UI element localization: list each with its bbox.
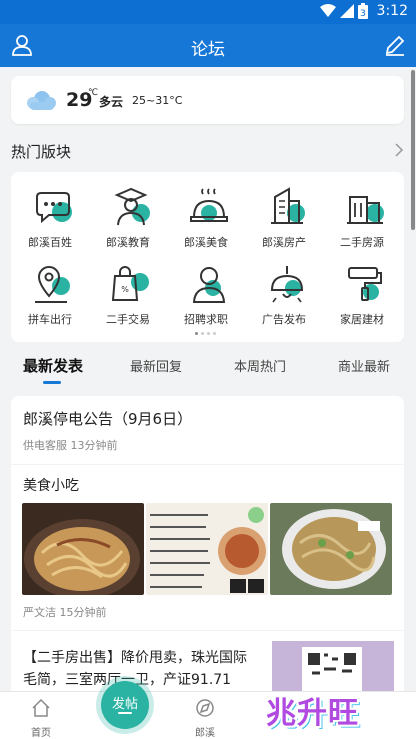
home-icon — [32, 698, 50, 717]
lamp-icon — [270, 266, 304, 303]
post-time: 13分钟前 — [70, 439, 118, 452]
weather-card[interactable]: 29 ℃ 多云 25~31°C — [11, 76, 404, 124]
chat-bubble-icon — [36, 192, 72, 224]
page-indicator — [195, 332, 216, 335]
list-item[interactable]: 郎溪停电公告（9月6日） 供电客服 13分钟前 — [11, 396, 404, 464]
board-item-carpool[interactable]: 拼车出行 — [11, 264, 89, 334]
board-item-langxi-property[interactable]: 郎溪房产 — [245, 187, 323, 257]
post-button-bar — [118, 712, 132, 714]
tab-weekly-hot[interactable]: 本周热门 — [234, 356, 286, 375]
tab-latest-replies[interactable]: 最新回复 — [130, 356, 182, 375]
post-meta: 严文洁 15分钟前 — [23, 604, 107, 620]
post-title: 美食小吃 — [23, 478, 79, 494]
post-image[interactable] — [272, 641, 394, 691]
board-label: 郎溪百姓 — [28, 236, 72, 249]
scrollbar[interactable] — [411, 70, 415, 230]
post-button-label: 发帖 — [111, 697, 138, 712]
board-item-langxi-baixing[interactable]: 郎溪百姓 — [11, 187, 89, 257]
clock: 3:12 — [376, 3, 408, 19]
tab-business-latest[interactable]: 商业最新 — [338, 356, 390, 375]
post-button[interactable]: 发帖 — [101, 681, 149, 729]
battery-icon: 3 — [358, 3, 368, 19]
tab-latest-posts[interactable]: 最新发表 — [23, 355, 83, 376]
weather-condition: 多云 — [99, 95, 124, 109]
board-item-advertising[interactable]: 广告发布 — [245, 264, 323, 334]
page-title: 论坛 — [191, 40, 225, 60]
board-label: 拼车出行 — [28, 313, 72, 326]
feed-tabs: 最新发表 最新回复 本周热门 商业最新 — [0, 346, 416, 390]
cloudy-icon — [27, 91, 56, 110]
post-title: 郎溪停电公告（9月6日） — [23, 410, 193, 428]
board-label: 郎溪房产 — [262, 236, 306, 249]
status-bar: 3 3:12 — [0, 0, 416, 24]
post-image[interactable] — [22, 503, 144, 595]
board-item-langxi-education[interactable]: 郎溪教育 — [89, 187, 167, 257]
app-bar: 论坛 — [0, 24, 416, 67]
nav-label: 首页 — [31, 728, 51, 739]
shopping-bag-icon: % — [111, 266, 149, 301]
svg-text:%: % — [121, 285, 129, 294]
temperature-unit: ℃ — [88, 88, 99, 98]
post-image[interactable] — [270, 503, 392, 595]
graduate-icon — [114, 187, 150, 226]
nav-langxi[interactable]: 郎溪 — [175, 698, 235, 739]
tab-indicator — [43, 381, 61, 384]
post-time: 15分钟前 — [59, 606, 107, 619]
temperature-range: 25~31°C — [132, 94, 183, 107]
board-item-home-building-materials[interactable]: 家居建材 — [323, 264, 401, 334]
paint-roller-icon — [348, 267, 382, 301]
signal-icon — [340, 4, 354, 18]
person-icon — [192, 267, 226, 303]
chevron-right-icon[interactable] — [394, 143, 404, 157]
watermark-logo: 兆升旺 — [266, 696, 359, 731]
svg-text:3: 3 — [360, 9, 366, 19]
nav-label: 郎溪 — [195, 728, 215, 739]
board-label: 二手房源 — [340, 236, 384, 249]
map-pin-icon — [35, 266, 70, 303]
hot-boards-grid: 郎溪百姓 郎溪教育 郎溪美食 郎溪房产 二手房源 拼车出行 % 二手交易 招聘求… — [11, 172, 404, 342]
post-image[interactable] — [146, 503, 268, 595]
status-icons: 3 — [320, 3, 368, 19]
food-dish-icon — [190, 188, 228, 222]
board-label: 郎溪美食 — [184, 236, 228, 249]
board-label: 二手交易 — [106, 313, 150, 326]
board-label: 招聘求职 — [184, 313, 228, 326]
board-item-second-hand-housing[interactable]: 二手房源 — [323, 187, 401, 257]
edit-icon[interactable] — [384, 34, 406, 56]
building-icon — [271, 187, 305, 224]
compass-icon — [196, 699, 214, 717]
board-item-langxi-food[interactable]: 郎溪美食 — [167, 187, 245, 257]
section-title: 热门版块 — [11, 143, 72, 161]
nav-home[interactable]: 首页 — [11, 698, 71, 739]
list-item[interactable]: 美食小吃 严文洁 15分钟前 — [11, 465, 404, 630]
board-label: 郎溪教育 — [106, 236, 150, 249]
house-icon — [347, 196, 384, 224]
board-label: 广告发布 — [262, 313, 306, 326]
post-meta: 供电客服 13分钟前 — [23, 437, 118, 453]
post-title: 【二手房出售】降价甩卖，珠光国际毛简，三室两厅一卫，产证91.71平，证满… — [23, 650, 247, 688]
board-item-recruitment[interactable]: 招聘求职 — [167, 264, 245, 334]
post-author: 严文洁 — [23, 606, 56, 619]
board-item-second-hand-trade[interactable]: % 二手交易 — [89, 264, 167, 334]
post-author: 供电客服 — [23, 439, 67, 452]
wifi-icon — [320, 4, 336, 17]
list-item[interactable]: 【二手房出售】降价甩卖，珠光国际毛简，三室两厅一卫，产证91.71平，证满… — [11, 631, 404, 691]
board-label: 家居建材 — [340, 313, 384, 326]
